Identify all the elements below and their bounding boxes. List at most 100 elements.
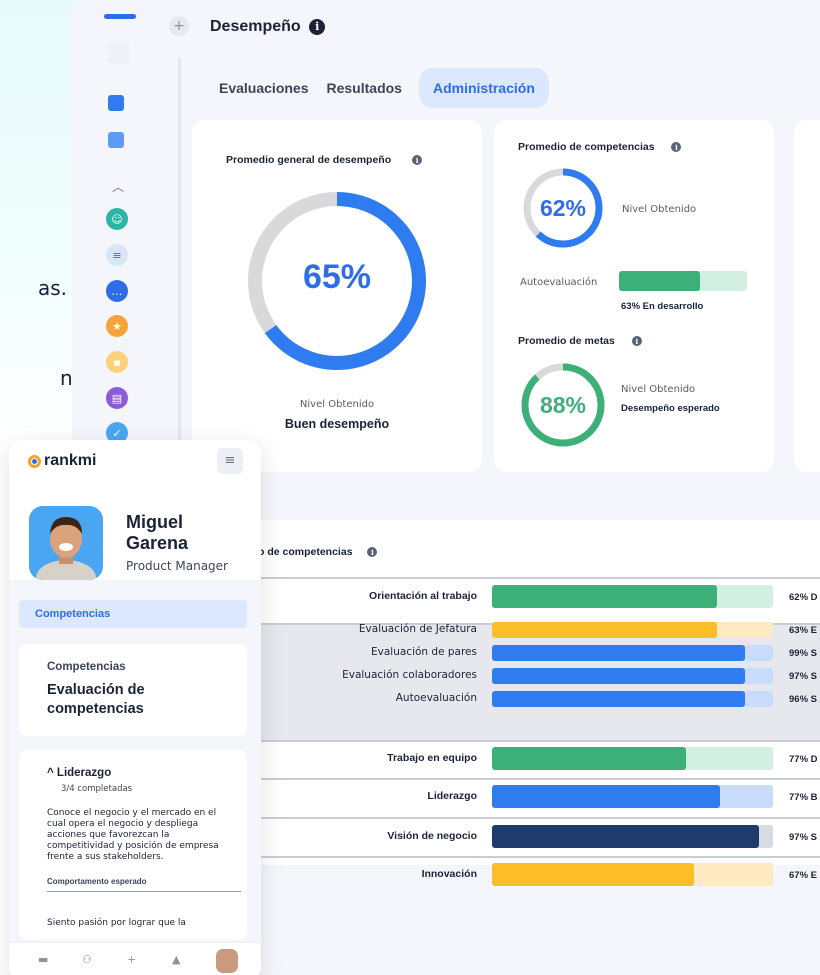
chevron-up-icon[interactable]: ︿ (112, 178, 124, 195)
user-avatar-icon[interactable] (216, 949, 238, 973)
tab-competencias[interactable]: Competencias (19, 600, 247, 628)
tab-resultados[interactable]: Resultados (318, 68, 411, 108)
row-bar (492, 785, 773, 808)
table-row: Innovación 67% E (192, 863, 820, 886)
row-bar (492, 668, 773, 684)
table-title-text: o de competencias (258, 546, 353, 558)
row-divider (192, 778, 820, 780)
logo: rankmi (28, 452, 96, 470)
competencies-level-label: Nivel Obtenido (622, 204, 697, 215)
bell-icon[interactable]: ▲ (172, 953, 180, 966)
overall-percent: 65% (302, 258, 372, 296)
row-bar-fill (492, 691, 745, 707)
row-value: 62% D (789, 592, 818, 603)
section-kicker: Competencias (47, 661, 126, 673)
info-icon[interactable]: i (671, 142, 682, 153)
goals-percent: 88% (539, 392, 587, 418)
row-value: 96% S (789, 694, 817, 705)
row-value: 77% D (789, 754, 818, 765)
table-row: Trabajo en equipo 77% D (192, 747, 820, 770)
row-bar-fill (492, 863, 695, 886)
info-icon[interactable]: i (309, 18, 326, 35)
row-value: 97% S (789, 671, 817, 682)
overall-performance-card: Promedio general de desempeño i 65% Nive… (192, 120, 482, 472)
overall-level-label: Nivel Obtenido (299, 399, 375, 410)
bottom-nav: ▬ ⚇ + ▲ (9, 942, 261, 975)
row-value: 97% S (789, 832, 817, 843)
team-cycle-icon[interactable]: ☺ (106, 208, 128, 230)
add-button[interactable]: + (169, 16, 189, 36)
table-row: Orientación al trabajo 62% D (192, 585, 820, 608)
table-row: Visión de negocio 97% S (192, 825, 820, 848)
table-title: o de competencias i (258, 546, 378, 558)
background-text-fragment: n (60, 366, 73, 390)
row-bar (492, 622, 773, 638)
rail-handle[interactable] (104, 14, 136, 19)
overall-title-text: Promedio general de desempeño (226, 154, 392, 166)
row-value: 63% E (789, 625, 817, 636)
profile-name: Miguel Garena (126, 512, 189, 553)
section-title: Evaluación de competencias (47, 682, 145, 717)
row-value: 67% E (789, 870, 817, 881)
background-text-fragment: as. (38, 276, 68, 300)
table-row: Evaluación colaboradores 97% S (192, 668, 820, 684)
team-icon[interactable]: ⚇ (82, 953, 92, 966)
row-bar-fill (492, 645, 745, 661)
table-row: Autoevaluación 96% S (192, 691, 820, 707)
page-title-text: Desempeño (210, 18, 301, 35)
competency-table-card: o de competencias i Orientación al traba… (192, 520, 820, 886)
note-icon[interactable]: ▪ (106, 351, 128, 373)
row-divider (192, 740, 820, 742)
self-eval-bar-fill (619, 271, 700, 291)
averages-card: Promedio de competencias i 62% Nivel Obt… (494, 120, 774, 472)
hamburger-menu-icon[interactable]: ≡ (217, 448, 243, 474)
row-divider (192, 856, 820, 858)
table-row: Evaluación de pares 99% S (192, 645, 820, 661)
competencies-title: Promedio de competencias i (518, 141, 682, 153)
tab-evaluaciones[interactable]: Evaluaciones (210, 68, 318, 108)
rail-placeholder-icon (108, 42, 130, 64)
avatar (29, 506, 103, 580)
row-bar-fill (492, 785, 720, 808)
row-divider (192, 577, 820, 579)
profile-role: Product Manager (126, 559, 228, 573)
info-icon[interactable]: i (631, 336, 642, 347)
goals-level-value: Desempeño esperado (621, 403, 720, 414)
tab-bar: Evaluaciones Resultados Administración (210, 68, 549, 108)
book-icon[interactable]: ▤ (106, 387, 128, 409)
overall-title: Promedio general de desempeño i (226, 154, 423, 166)
info-icon[interactable]: i (367, 547, 378, 558)
profile-icon[interactable] (108, 132, 124, 148)
group-progress: 3/4 completadas (61, 784, 133, 794)
self-eval-label: Autoevaluación (520, 277, 598, 288)
group-title: Liderazgo (56, 767, 112, 779)
tab-administracion[interactable]: Administración (418, 68, 549, 108)
chevron-up-icon[interactable]: ^ (47, 767, 54, 779)
row-bar (492, 825, 773, 848)
logo-icon (28, 454, 41, 468)
checklist-icon[interactable]: ≡ (106, 244, 128, 266)
self-eval-bar (619, 271, 747, 291)
star-icon[interactable]: ★ (106, 315, 128, 337)
row-bar-fill (492, 622, 717, 638)
chat-icon[interactable]: … (106, 280, 128, 302)
row-bar-fill (492, 585, 717, 608)
plus-icon[interactable]: + (127, 953, 136, 966)
avatar-portrait (29, 506, 103, 580)
calendar-icon[interactable]: ▬ (38, 953, 48, 966)
dashboard-icon[interactable] (108, 95, 124, 111)
rail-divider (178, 58, 181, 478)
group-header[interactable]: ^ Liderazgo (47, 767, 111, 779)
row-bar (492, 747, 773, 770)
logo-text: rankmi (44, 452, 97, 469)
next-behavior-text: Siento pasión por lograr que la (47, 918, 186, 928)
overall-level-value: Buen desempeño (284, 417, 390, 431)
goals-title: Promedio de metas i (518, 335, 642, 347)
behavior-text: Conoce el negocio y el mercado en el cua… (47, 808, 219, 862)
row-bar (492, 863, 773, 886)
third-card (794, 120, 820, 472)
row-value: 99% S (789, 648, 817, 659)
table-row: Liderazgo 77% B (192, 785, 820, 808)
goals-title-text: Promedio de metas (518, 335, 615, 347)
info-icon[interactable]: i (412, 155, 423, 166)
